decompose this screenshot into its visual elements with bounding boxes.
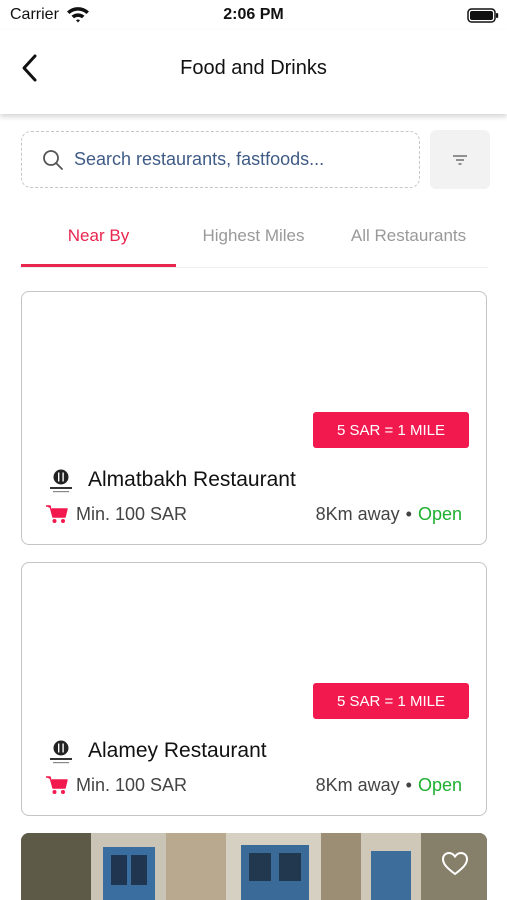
tab-highest-miles[interactable]: Highest Miles	[176, 218, 331, 266]
restaurant-photo	[21, 833, 487, 900]
restaurant-name: Almatbakh Restaurant	[88, 468, 296, 491]
tab-near-by[interactable]: Near By	[21, 218, 176, 267]
heart-icon[interactable]	[441, 851, 469, 877]
cart-icon	[46, 505, 68, 523]
page-title: Food and Drinks	[180, 57, 327, 79]
separator-dot: •	[405, 775, 412, 795]
filter-button[interactable]	[430, 130, 490, 189]
distance-status: 8Km away • Open	[316, 504, 462, 525]
nav-bar: Food and Drinks	[0, 30, 507, 114]
restaurant-photo-card[interactable]	[21, 833, 487, 900]
battery-icon	[467, 8, 499, 23]
restaurant-name: Alamey Restaurant	[88, 739, 267, 762]
search-input[interactable]	[74, 144, 404, 174]
search-box[interactable]	[21, 131, 420, 188]
restaurant-logo-icon	[50, 469, 72, 493]
filter-icon	[453, 154, 467, 165]
distance-status: 8Km away • Open	[316, 775, 462, 796]
restaurant-card[interactable]: 5 SAR = 1 MILE Almatbakh Restaurant Min.…	[21, 291, 487, 545]
open-status: Open	[417, 504, 462, 524]
open-status: Open	[417, 775, 462, 795]
search-icon	[43, 150, 63, 170]
distance: 8Km away	[315, 775, 400, 795]
separator-dot: •	[405, 504, 412, 524]
tab-bar: Near By Highest Miles All Restaurants	[21, 218, 488, 268]
miles-promo-badge: 5 SAR = 1 MILE	[313, 683, 469, 719]
distance: 8Km away	[315, 504, 400, 524]
tab-all-restaurants[interactable]: All Restaurants	[331, 218, 486, 266]
status-bar: Carrier 2:06 PM	[0, 0, 507, 30]
restaurant-card[interactable]: 5 SAR = 1 MILE Alamey Restaurant Min. 10…	[21, 562, 487, 816]
miles-promo-badge: 5 SAR = 1 MILE	[313, 412, 469, 448]
status-time: 2:06 PM	[223, 6, 284, 23]
min-order: Min. 100 SAR	[76, 775, 188, 795]
min-order: Min. 100 SAR	[76, 504, 188, 524]
cart-icon	[46, 776, 68, 794]
restaurant-logo-icon	[50, 740, 72, 764]
